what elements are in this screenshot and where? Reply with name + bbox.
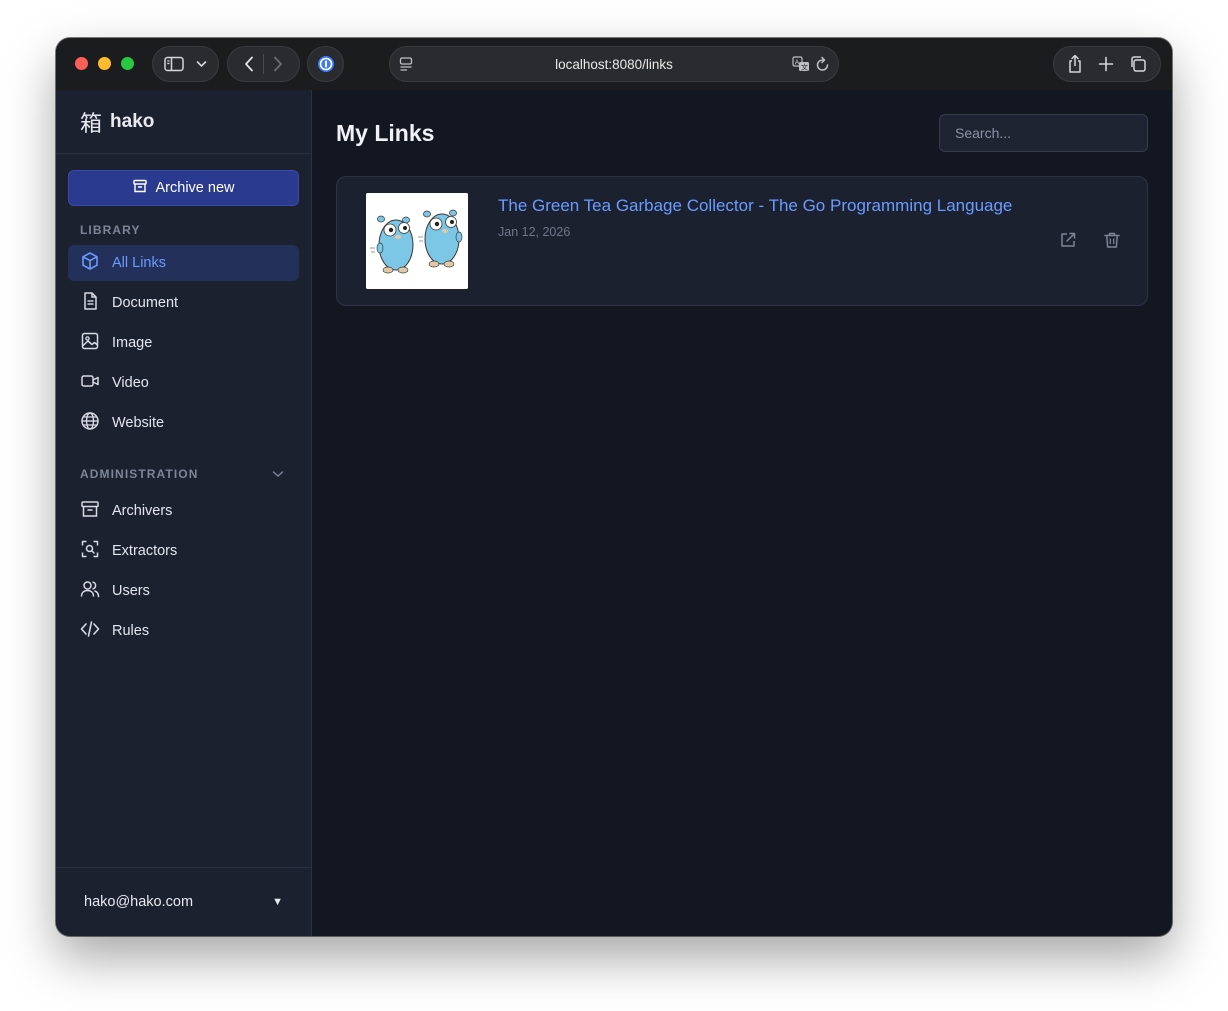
document-icon xyxy=(80,291,100,315)
page-settings-icon[interactable] xyxy=(398,56,414,72)
chevron-down-icon[interactable] xyxy=(196,60,207,68)
link-card[interactable]: The Green Tea Garbage Collector - The Go… xyxy=(336,176,1148,306)
main-content: My Links Search... The Green Tea Garbage… xyxy=(312,90,1172,936)
history-nav-group xyxy=(227,46,300,82)
svg-text:文: 文 xyxy=(801,63,808,72)
new-tab-icon[interactable] xyxy=(1098,56,1114,72)
chevron-down-icon[interactable] xyxy=(272,465,284,483)
sidebar-item-label: Users xyxy=(112,583,150,599)
browser-toolbar: localhost:8080/links A文 xyxy=(56,38,1172,90)
administration-section-label: ADMINISTRATION xyxy=(80,467,199,481)
sidebar-item-label: Document xyxy=(112,295,179,311)
sidebar-item-label: Website xyxy=(112,415,165,431)
scan-icon xyxy=(80,539,100,563)
tab-overview-icon[interactable] xyxy=(1129,55,1147,73)
sidebar-item-label: Rules xyxy=(112,623,150,639)
address-bar[interactable]: localhost:8080/links A文 xyxy=(389,46,839,82)
video-icon xyxy=(80,371,100,395)
browser-actions-group xyxy=(1053,46,1161,82)
sidebar-item-archivers[interactable]: Archivers xyxy=(68,493,299,529)
user-email: hako@hako.com xyxy=(84,894,194,910)
globe-icon xyxy=(80,411,100,435)
sidebar-item-label: Image xyxy=(112,335,153,351)
back-icon[interactable] xyxy=(244,56,254,72)
translate-icon[interactable]: A文 xyxy=(792,56,810,72)
sidebar-toggle-button[interactable] xyxy=(152,46,219,82)
zoom-window-button[interactable] xyxy=(121,57,134,70)
sidebar-item-extractors[interactable]: Extractors xyxy=(68,533,299,569)
brand-logo-glyph: 箱 xyxy=(80,111,103,137)
cube-icon xyxy=(80,251,100,275)
users-icon xyxy=(80,579,100,603)
external-link-icon[interactable] xyxy=(1059,231,1077,254)
sidebar-item-all-links[interactable]: All Links xyxy=(68,245,299,281)
archive-new-button[interactable]: Archive new xyxy=(68,170,299,206)
sidebar-icon xyxy=(164,56,184,72)
link-thumbnail[interactable] xyxy=(366,193,468,289)
gophers-image xyxy=(366,193,468,289)
forward-icon[interactable] xyxy=(273,56,283,72)
sidebar-item-users[interactable]: Users xyxy=(68,573,299,609)
user-menu[interactable]: hako@hako.com ▼ xyxy=(56,867,311,936)
sidebar-item-image[interactable]: Image xyxy=(68,325,299,361)
sidebar-item-rules[interactable]: Rules xyxy=(68,613,299,649)
caret-down-icon: ▼ xyxy=(272,896,283,908)
close-window-button[interactable] xyxy=(75,57,88,70)
sidebar-item-video[interactable]: Video xyxy=(68,365,299,401)
link-date: Jan 12, 2026 xyxy=(498,225,571,239)
search-input[interactable] xyxy=(939,114,1148,152)
sidebar-item-label: Video xyxy=(112,375,149,391)
share-icon[interactable] xyxy=(1067,54,1083,74)
trash-icon[interactable] xyxy=(1103,231,1121,254)
image-icon xyxy=(80,331,100,355)
brand-name: hako xyxy=(110,110,155,132)
archive-icon xyxy=(80,499,100,523)
url-text[interactable]: localhost:8080/links xyxy=(555,57,673,72)
library-section-label: LIBRARY xyxy=(80,223,141,237)
svg-text:A: A xyxy=(795,59,800,66)
password-manager-icon xyxy=(317,55,335,73)
sidebar: 箱 hako Archive new LIBRARY All Links Doc… xyxy=(56,90,312,936)
password-manager-button[interactable] xyxy=(307,46,344,82)
sidebar-item-label: Archivers xyxy=(112,503,173,519)
app-root: 箱 hako Archive new LIBRARY All Links Doc… xyxy=(56,90,1172,936)
sidebar-item-label: All Links xyxy=(112,255,166,271)
code-icon xyxy=(80,619,100,643)
archive-icon xyxy=(132,179,147,197)
reload-icon[interactable] xyxy=(816,56,830,72)
sidebar-item-document[interactable]: Document xyxy=(68,285,299,321)
minimize-window-button[interactable] xyxy=(98,57,111,70)
page-title: My Links xyxy=(336,120,435,146)
link-title[interactable]: The Green Tea Garbage Collector - The Go… xyxy=(498,196,1012,216)
sidebar-item-label: Extractors xyxy=(112,543,178,559)
sidebar-item-website[interactable]: Website xyxy=(68,405,299,441)
browser-window: localhost:8080/links A文 箱 hako Archive n… xyxy=(56,38,1172,936)
archive-new-label: Archive new xyxy=(155,180,235,196)
brand[interactable]: 箱 hako xyxy=(56,90,311,154)
